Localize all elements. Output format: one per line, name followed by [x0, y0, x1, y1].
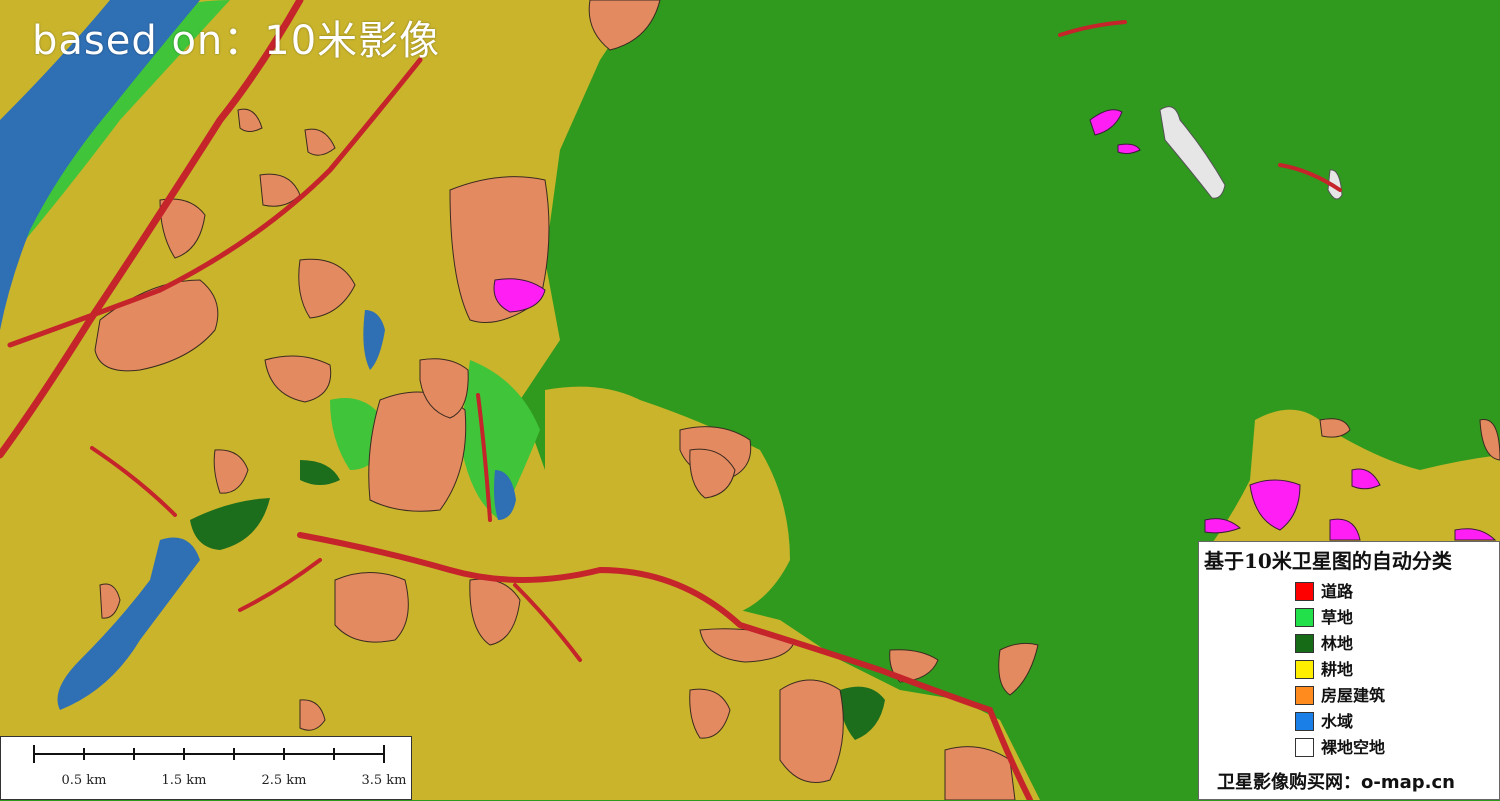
legend-label: 裸地空地: [1321, 738, 1386, 757]
scale-bar-ruler: [33, 745, 385, 763]
legend-swatch: [1295, 634, 1314, 653]
legend-item-bare: 裸地空地: [1295, 738, 1495, 760]
legend-swatch: [1295, 582, 1314, 601]
legend-swatch: [1295, 660, 1314, 679]
legend-swatch: [1295, 712, 1314, 731]
legend-swatch: [1295, 686, 1314, 705]
source-credit: 卫星影像购买网：o-map.cn: [1217, 772, 1455, 793]
map-legend: 基于10米卫星图的自动分类 道路 草地 林地 耕地 房屋建筑 水域 裸地空地 卫…: [1198, 541, 1500, 800]
legend-item-water: 水域: [1295, 712, 1495, 734]
legend-item-farmland: 耕地: [1295, 660, 1495, 682]
legend-item-grass: 草地: [1295, 608, 1495, 630]
scale-label: 2.5 km: [261, 773, 307, 788]
legend-swatch: [1295, 738, 1314, 757]
legend-label: 林地: [1321, 634, 1354, 653]
legend-label: 道路: [1321, 582, 1354, 601]
scale-label: 1.5 km: [161, 773, 207, 788]
legend-label: 水域: [1321, 712, 1354, 731]
legend-item-road: 道路: [1295, 582, 1495, 604]
legend-swatch: [1295, 608, 1314, 627]
scale-bar: 0.5 km 1.5 km 2.5 km 3.5 km: [0, 736, 412, 800]
scale-label: 0.5 km: [61, 773, 107, 788]
legend-item-forest: 林地: [1295, 634, 1495, 656]
building-area: [779, 679, 844, 783]
legend-label: 房屋建筑: [1321, 686, 1386, 705]
map-source-title: based on：10米影像: [32, 18, 441, 64]
legend-label: 耕地: [1321, 660, 1354, 679]
legend-title: 基于10米卫星图的自动分类: [1204, 549, 1452, 573]
legend-item-building: 房屋建筑: [1295, 686, 1495, 708]
legend-label: 草地: [1321, 608, 1354, 627]
building-area: [334, 572, 409, 643]
scale-label: 3.5 km: [361, 773, 407, 788]
